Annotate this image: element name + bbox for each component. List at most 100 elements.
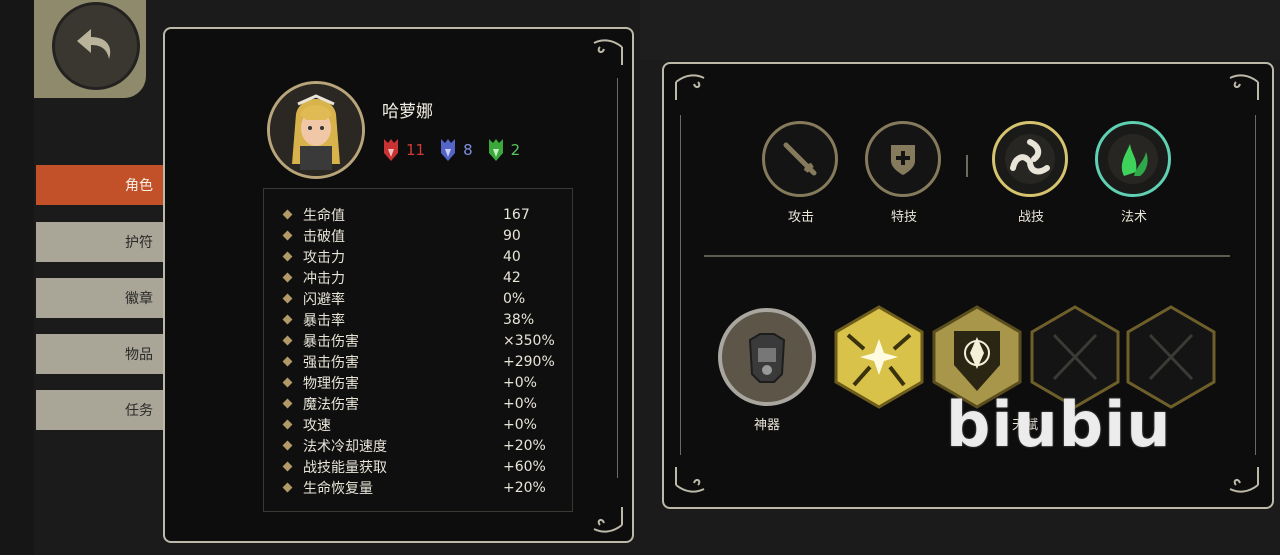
red-shield-icon — [384, 139, 398, 161]
tab-label: 角色 — [125, 178, 153, 194]
badge-blue: 8 — [439, 137, 473, 163]
stat-label: 击破值 — [303, 228, 345, 245]
stat-value: 42 — [503, 269, 521, 286]
bullet-diamond-icon — [282, 377, 293, 388]
stat-label: 攻速 — [303, 417, 331, 434]
stat-label: 生命恢复量 — [303, 480, 373, 497]
armor-gauntlet-icon — [748, 333, 786, 383]
artifact-label: 神器 — [753, 418, 780, 433]
stat-row: 物理伤害 +0% — [282, 372, 564, 393]
stat-value: +0% — [503, 416, 537, 433]
stat-value: 90 — [503, 227, 521, 244]
stat-row: 强击伤害 +290% — [282, 351, 564, 372]
badge-red: 11 — [382, 137, 425, 163]
badge-blue-value: 8 — [463, 141, 473, 159]
skill-special[interactable] — [865, 121, 941, 197]
shield-plus-icon — [891, 145, 915, 175]
bullet-diamond-icon — [282, 251, 293, 262]
stat-label: 魔法伤害 — [303, 396, 359, 413]
badge-green: 2 — [487, 137, 521, 163]
skill-special-label: 特技 — [890, 210, 917, 225]
bullet-diamond-icon — [282, 440, 293, 451]
stat-label: 生命值 — [303, 207, 345, 224]
talent-slot-lightning[interactable] — [834, 305, 924, 409]
bullet-diamond-icon — [282, 293, 293, 304]
stat-value: 40 — [503, 248, 521, 265]
corner-ornament-icon — [1229, 467, 1259, 493]
stat-label: 战技能量获取 — [303, 459, 387, 476]
skill-attack-label: 攻击 — [787, 210, 814, 225]
tab-label: 徽章 — [125, 291, 153, 307]
stat-row: 生命值 167 — [282, 204, 564, 225]
stat-value: +0% — [503, 395, 537, 412]
panel-right-line — [1255, 115, 1256, 455]
stat-row: 暴击伤害 ×350% — [282, 330, 564, 351]
watermark: biubiu — [946, 388, 1172, 461]
bullet-diamond-icon — [282, 335, 293, 346]
stat-label: 冲击力 — [303, 270, 345, 287]
bullet-diamond-icon — [282, 398, 293, 409]
stat-label: 暴击率 — [303, 312, 345, 329]
stat-row: 攻击力 40 — [282, 246, 564, 267]
skill-separator — [966, 155, 968, 177]
stat-value: 167 — [503, 206, 530, 223]
skill-spell-label: 法术 — [1120, 210, 1147, 225]
tab-label: 护符 — [125, 235, 153, 251]
bullet-diamond-icon — [282, 356, 293, 367]
stat-row: 法术冷却速度 +20% — [282, 435, 564, 456]
section-divider — [704, 255, 1230, 257]
corner-ornament-icon — [1229, 74, 1259, 100]
stat-value: 0% — [503, 290, 526, 307]
tab-label: 物品 — [125, 347, 153, 363]
corner-ornament-icon — [675, 74, 705, 100]
stat-label: 法术冷却速度 — [303, 438, 387, 455]
bullet-diamond-icon — [282, 272, 293, 283]
stat-value: 38% — [503, 311, 535, 328]
stat-row: 闪避率 0% — [282, 288, 564, 309]
character-name: 哈萝娜 — [382, 102, 433, 122]
badge-counts: 11 8 2 — [382, 137, 520, 163]
stat-value: ×350% — [503, 332, 555, 349]
stat-label: 强击伤害 — [303, 354, 359, 371]
stat-row: 战技能量获取 +60% — [282, 456, 564, 477]
skill-spell[interactable] — [1095, 121, 1171, 197]
corner-ornament-icon — [675, 467, 705, 493]
bullet-diamond-icon — [282, 230, 293, 241]
corner-ornament-icon — [593, 507, 623, 533]
stat-value: +20% — [503, 437, 546, 454]
stat-value: +20% — [503, 479, 546, 496]
stat-label: 攻击力 — [303, 249, 345, 266]
stat-row: 冲击力 42 — [282, 267, 564, 288]
stat-label: 物理伤害 — [303, 375, 359, 392]
stat-row: 魔法伤害 +0% — [282, 393, 564, 414]
back-button[interactable] — [52, 2, 140, 90]
badge-green-value: 2 — [510, 141, 521, 159]
stat-row: 击破值 90 — [282, 225, 564, 246]
triskelion-icon — [1005, 134, 1055, 184]
character-avatar-icon — [270, 84, 362, 176]
bullet-diamond-icon — [282, 461, 293, 472]
artifact-slot[interactable] — [718, 308, 816, 406]
bullet-diamond-icon — [282, 209, 293, 220]
sword-icon — [783, 142, 817, 176]
green-flame-icon — [1108, 134, 1158, 184]
stat-value: +0% — [503, 374, 537, 391]
back-arrow-icon — [77, 29, 111, 59]
stat-value: +60% — [503, 458, 546, 475]
stat-row: 攻速 +0% — [282, 414, 564, 435]
bullet-diamond-icon — [282, 482, 293, 493]
skill-attack[interactable] — [762, 121, 838, 197]
stat-row: 暴击率 38% — [282, 309, 564, 330]
stat-row: 生命恢复量 +20% — [282, 477, 564, 498]
bullet-diamond-icon — [282, 419, 293, 430]
skill-combat-label: 战技 — [1017, 210, 1044, 225]
badge-red-value: 11 — [406, 141, 426, 159]
tab-label: 任务 — [125, 403, 153, 419]
stat-value: +290% — [503, 353, 555, 370]
panel-left-line — [680, 115, 681, 455]
bullet-diamond-icon — [282, 314, 293, 325]
green-shield-icon — [488, 139, 503, 161]
panel-divider — [617, 78, 618, 478]
skill-combat[interactable] — [992, 121, 1068, 197]
stat-label: 暴击伤害 — [303, 333, 359, 350]
